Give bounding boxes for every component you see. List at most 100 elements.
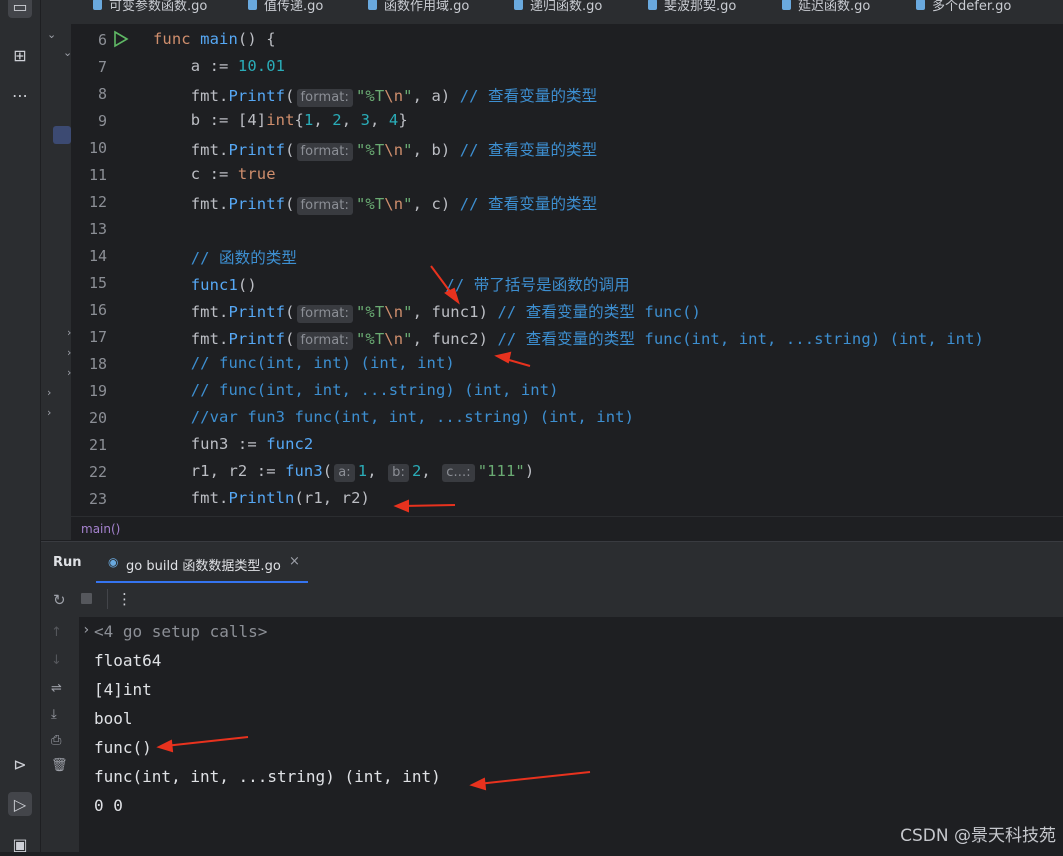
code-line-7: a := 10.01 xyxy=(190,57,286,75)
run-icon[interactable]: ▷ xyxy=(8,792,32,816)
line-number: 11 xyxy=(88,166,107,184)
trash-icon[interactable]: 🗑 xyxy=(51,758,68,773)
line-number: 19 xyxy=(88,382,107,400)
code-line-22: r1, r2 := fun3(a: 1, b: 2, c...: "111") xyxy=(190,462,535,482)
go-file-icon xyxy=(514,0,523,10)
line-number: 15 xyxy=(88,274,107,292)
param-hint: format: xyxy=(296,332,353,350)
tab-defer[interactable]: 延迟函数.go xyxy=(782,0,870,16)
run-config-tab[interactable]: ◉ go build 函数数据类型.go × xyxy=(96,542,308,583)
line-number: 13 xyxy=(88,220,107,238)
go-file-icon xyxy=(248,0,257,10)
line-number: 10 xyxy=(88,139,107,157)
run-gutter-icon[interactable] xyxy=(113,30,129,48)
param-hint: c...: xyxy=(442,464,475,482)
collapsed-setup-calls[interactable]: <4 go setup calls> xyxy=(94,622,267,641)
code-line-15: func1() // 带了括号是函数的调用 xyxy=(190,276,630,294)
go-build-icon: ◉ xyxy=(108,555,119,569)
tab-pass-by-value[interactable]: 值传递.go xyxy=(248,0,323,16)
go-file-icon xyxy=(916,0,925,10)
tab-scope[interactable]: 函数作用域.go xyxy=(368,0,469,16)
code-line-10: fmt.Printf(format: "%T\n", b) // 查看变量的类型 xyxy=(190,141,598,161)
expand-chevron-icon[interactable]: › xyxy=(82,622,90,638)
line-number: 9 xyxy=(97,112,107,130)
console-line: 0 0 xyxy=(94,796,123,815)
code-editor[interactable]: 6 7 8 9 10 11 12 13 14 15 16 17 18 19 20… xyxy=(71,24,1063,516)
console-line: bool xyxy=(94,709,133,728)
console-line: float64 xyxy=(94,651,162,670)
line-number: 7 xyxy=(97,58,107,76)
editor-tabs: 可变参数函数.go 值传递.go 函数作用域.go 递归函数.go 斐波那契.g… xyxy=(71,0,1063,25)
code-line-19: // func(int, int, ...string) (int, int) xyxy=(190,381,559,399)
rerun-icon[interactable]: ↻ xyxy=(53,591,66,609)
line-number: 20 xyxy=(88,409,107,427)
breadcrumb-item[interactable]: main() xyxy=(81,522,120,536)
watermark: CSDN @景天科技苑 xyxy=(900,826,1056,846)
console-line: [4]int xyxy=(94,680,152,699)
code-line-6: func main() { xyxy=(153,30,276,48)
code-line-23: fmt.Println(r1, r2) xyxy=(190,489,370,507)
kebab-icon[interactable]: ⋮ xyxy=(117,590,132,608)
code-line-21: fun3 := func2 xyxy=(190,435,314,453)
tab-fibonacci[interactable]: 斐波那契.go xyxy=(648,0,736,16)
activity-bar: ▭ ⊞ ⋯ ⊳ ▷ ▣ xyxy=(0,0,41,854)
arrow-down-icon[interactable]: ↓ xyxy=(51,653,62,668)
project-icon[interactable]: ▭ xyxy=(8,0,32,18)
stop-icon[interactable] xyxy=(81,593,92,604)
tree-chevron-icon[interactable]: › xyxy=(47,406,51,419)
code-line-18: // func(int, int) (int, int) xyxy=(190,354,455,372)
scroll-to-end-icon[interactable]: ⤓ xyxy=(51,707,57,722)
run-side-toolbar: ↑ ↓ ⇌ ⤓ ⎙ 🗑 xyxy=(41,617,79,852)
go-file-icon xyxy=(782,0,791,10)
run-panel-header: Run ◉ go build 函数数据类型.go × xyxy=(41,541,1063,583)
console-line: func(int, int, ...string) (int, int) xyxy=(94,767,441,786)
code-line-16: fmt.Printf(format: "%T\n", func1) // 查看变量… xyxy=(190,303,701,323)
terminal-icon[interactable]: ▣ xyxy=(8,832,32,856)
code-line-11: c := true xyxy=(190,165,276,183)
project-tree-strip: ⌄ ⌄ › › › › › xyxy=(41,0,72,540)
tree-chevron-icon[interactable]: ⌄ xyxy=(47,28,56,41)
tree-chevron-icon[interactable]: › xyxy=(47,386,51,399)
param-hint: format: xyxy=(296,89,353,107)
code-line-17: fmt.Printf(format: "%T\n", func2) // 查看变量… xyxy=(190,330,984,350)
arrow-up-icon[interactable]: ↑ xyxy=(51,625,62,640)
param-hint: a: xyxy=(334,464,355,482)
tab-variadic[interactable]: 可变参数函数.go xyxy=(93,0,207,16)
line-number: 14 xyxy=(88,247,107,265)
go-file-icon xyxy=(648,0,657,10)
tree-selected-item[interactable] xyxy=(53,126,71,144)
print-icon[interactable]: ⎙ xyxy=(51,733,61,748)
more-icon[interactable]: ⋯ xyxy=(8,83,32,107)
code-line-9: b := [4]int{1, 2, 3, 4} xyxy=(190,111,408,129)
tab-multi-defer[interactable]: 多个defer.go xyxy=(916,0,1011,16)
services-icon[interactable]: ⊳ xyxy=(8,752,32,776)
run-panel-title: Run xyxy=(53,555,82,570)
line-number: 6 xyxy=(97,31,107,49)
close-icon[interactable]: × xyxy=(289,554,300,569)
console-line: func() xyxy=(94,738,152,757)
param-hint: format: xyxy=(296,197,353,215)
code-line-14: // 函数的类型 xyxy=(190,249,298,267)
structure-icon[interactable]: ⊞ xyxy=(8,43,32,67)
console-output[interactable]: › <4 go setup calls> float64 [4]int bool… xyxy=(79,617,1063,852)
run-config-label: go build 函数数据类型.go xyxy=(126,559,281,574)
param-hint: format: xyxy=(296,143,353,161)
line-number: 17 xyxy=(88,328,107,346)
line-number: 12 xyxy=(88,193,107,211)
toolbar-divider xyxy=(107,589,108,609)
soft-wrap-icon[interactable]: ⇌ xyxy=(51,681,62,696)
param-hint: b: xyxy=(388,464,409,482)
tab-recursion[interactable]: 递归函数.go xyxy=(514,0,602,16)
line-number: 23 xyxy=(88,490,107,508)
go-file-icon xyxy=(368,0,377,10)
line-number: 22 xyxy=(88,463,107,481)
code-line-20: //var fun3 func(int, int, ...string) (in… xyxy=(190,408,635,426)
line-number: 8 xyxy=(97,85,107,103)
param-hint: format: xyxy=(296,305,353,323)
run-toolbar: ↻ ⋮ xyxy=(41,583,1063,618)
go-file-icon xyxy=(93,0,102,10)
line-number: 21 xyxy=(88,436,107,454)
code-line-12: fmt.Printf(format: "%T\n", c) // 查看变量的类型 xyxy=(190,195,598,215)
breadcrumb: main() xyxy=(71,516,1063,541)
line-number: 18 xyxy=(88,355,107,373)
